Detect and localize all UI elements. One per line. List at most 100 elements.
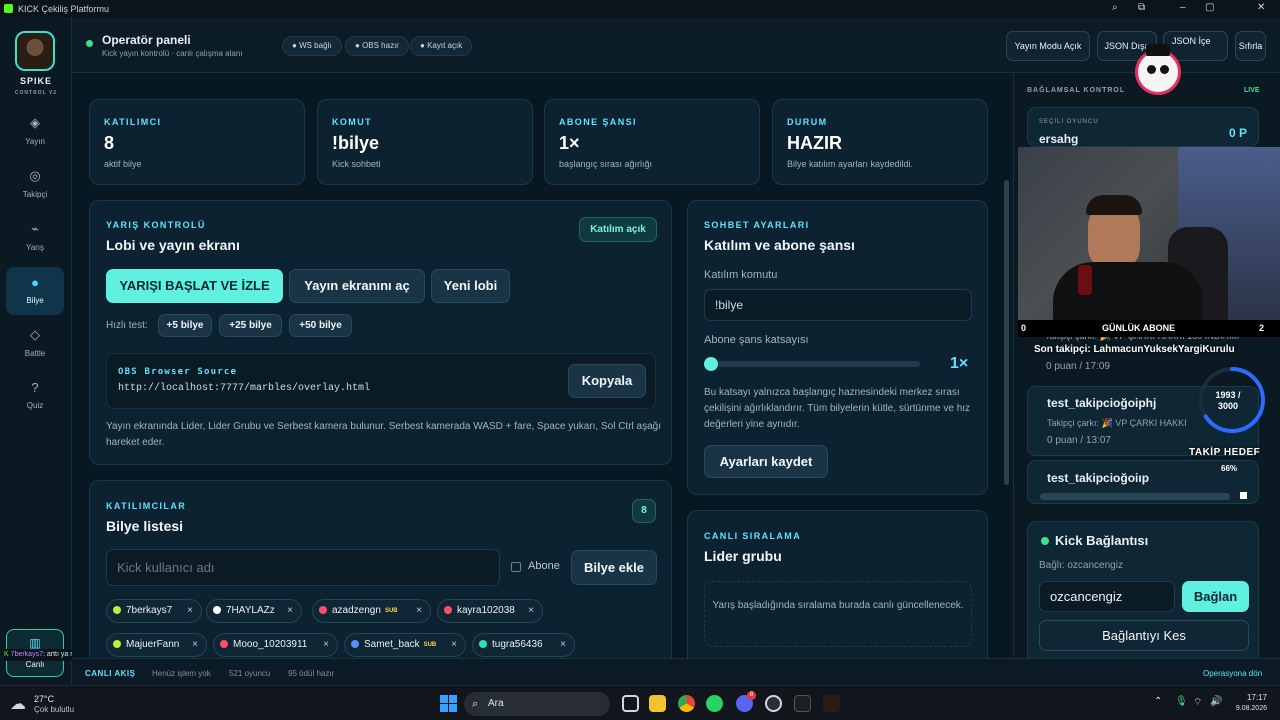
file-explorer-icon[interactable] [649,695,666,712]
obs-url[interactable]: http://localhost:7777/marbles/overlay.ht… [118,383,370,394]
participant-chip[interactable]: Mooo_10203911 × [213,633,338,657]
reset-button[interactable]: Sıfırla [1235,31,1266,61]
close-icon[interactable]: ✕ [1257,2,1265,13]
remove-participant-icon[interactable]: × [323,634,329,656]
remove-participant-icon[interactable]: × [187,600,193,622]
status-bar: CANLI AKIŞ Henüz işlem yok 521 oyuncu 95… [72,658,1280,685]
zoom-icon[interactable]: ⌕ [1112,2,1118,13]
main-scrollbar[interactable] [1004,180,1009,485]
weather-desc: Çok bulutlu [34,705,75,714]
save-settings-button[interactable]: Ayarları kaydet [704,445,828,478]
participant-chip[interactable]: tugra56436 × [472,633,575,657]
tray-chevron-icon[interactable]: ⌃ [1154,696,1162,707]
weather-cloud-icon: ☁ [10,696,26,713]
obs-icon[interactable] [765,695,782,712]
whatsapp-icon[interactable] [706,695,723,712]
stat-label: KOMUT [332,117,372,127]
participant-chip[interactable]: 7berkays7 × [106,599,202,623]
nav-label: Battle [24,349,46,358]
participant-chip[interactable]: MajuerFann × [106,633,207,657]
main-content: KATILIMCI 8 aktif bilye KOMUT !bilye Kic… [72,73,1010,658]
nav-label: Yayın [25,137,45,146]
streamer-hair [1086,195,1142,215]
live-indicator: LIVE [1244,87,1260,94]
card-title: Lider grubu [704,548,782,564]
copy-button[interactable]: Kopyala [568,364,646,398]
nav-item-yaris[interactable]: ⌁ Yarış [6,213,64,261]
participant-chip[interactable]: 7HAYLAZz × [206,599,302,623]
stat-sub: başlangıç sırası ağırlığı [559,159,653,169]
quick-add-25-button[interactable]: +25 bilye [219,314,282,337]
participation-open-badge[interactable]: Katılım açık [579,217,657,242]
nav-label: Yarış [25,243,45,252]
quick-add-50-button[interactable]: +50 bilye [289,314,352,337]
open-stream-screen-button[interactable]: Yayın ekranını aç [289,269,425,303]
stat-card-participants: KATILIMCI 8 aktif bilye [89,99,305,185]
remove-participant-icon[interactable]: × [560,634,566,656]
nav-item-yayin[interactable]: ◈ Yayın [6,107,64,155]
status-item: 95 ödül hazır [288,669,335,678]
participant-name: Mooo_10203911 [233,639,308,650]
subscriber-checkbox-label: Abone [528,560,560,572]
quick-add-5-button[interactable]: +5 bilye [158,314,212,337]
entry-meta: 0 puan / 13:07 [1047,435,1111,446]
microphone [1078,265,1092,295]
marble-color-dot [479,640,487,648]
mic-icon[interactable]: 🎙 [1175,696,1188,707]
kick-channel-input[interactable]: ozcancengiz [1039,581,1175,612]
marble-color-dot [113,640,121,648]
card-kicker: KATILIMCILAR [106,501,187,511]
nav-item-battle[interactable]: ◇ Battle [6,319,64,367]
marble-color-dot [113,606,121,614]
slider-knob[interactable] [704,357,718,371]
terminal-icon[interactable] [794,695,811,712]
avatar[interactable] [15,31,55,71]
remove-participant-icon[interactable]: × [287,600,293,622]
selected-player-card[interactable]: SEÇİLİ OYUNCU ersahg 0 P [1027,107,1259,147]
stat-label: ABONE ŞANSI [559,117,637,127]
wifi-icon[interactable]: ⌔ [1193,696,1202,709]
spike-app-icon[interactable] [823,695,840,712]
participant-chip[interactable]: azadzengn SUB × [312,599,431,623]
stat-sub: Bilye katılım ayarları kaydedildi. [787,159,914,169]
participant-name: 7HAYLAZz [226,605,275,616]
command-input[interactable]: !bilye [704,289,972,321]
remove-participant-icon[interactable]: × [528,600,534,622]
start-race-button[interactable]: YARIŞI BAŞLAT VE İZLE [106,269,283,303]
subscriber-checkbox[interactable] [511,562,521,572]
stream-mode-button[interactable]: Yayın Modu Açık [1006,31,1090,61]
clock-date: 9.08.2026 [1235,705,1267,712]
extensions-icon[interactable]: ⧉ [1138,2,1145,13]
username-input[interactable] [106,549,500,586]
nav-item-takipci[interactable]: ◎ Takipçi [6,160,64,208]
new-lobby-button[interactable]: Yeni lobi [431,269,510,303]
participant-chip[interactable]: kayra102038 × [437,599,543,623]
status-dot [86,40,93,47]
follow-goal-label: TAKİP HEDEF [1189,447,1261,458]
volume-icon[interactable]: 🔊 [1210,696,1222,707]
maximize-icon[interactable]: ▢ [1205,2,1214,13]
toast-user: 7berkays7 [10,651,43,658]
selected-player-name: ersahg [1039,132,1079,146]
windows-start-icon[interactable] [440,695,457,712]
remove-participant-icon[interactable]: × [416,600,422,622]
remove-participant-icon[interactable]: × [192,634,198,656]
marble-color-dot [213,606,221,614]
stat-label: KATILIMCI [104,117,162,127]
participant-chip[interactable]: Samet_back SUB × [344,633,466,657]
add-marble-button[interactable]: Bilye ekle [571,550,657,585]
remove-participant-icon[interactable]: × [451,634,457,656]
nav-item-bilye[interactable]: ● Bilye [6,267,64,315]
connect-button[interactable]: Bağlan [1182,581,1249,612]
stat-card-command: KOMUT !bilye Kick sohbeti [317,99,533,185]
entry-meta-partial: 0 puan / 17:09 [1046,361,1110,372]
back-to-operations-link[interactable]: Operasyona dön [1203,669,1262,678]
daily-sub-bar: 0 GÜNLÜK ABONE 2 [1018,320,1280,337]
minimize-icon[interactable]: – [1180,2,1186,13]
taskbar-search[interactable]: ⌕ Ara [464,692,610,716]
sub-factor-slider[interactable] [704,357,920,371]
disconnect-button[interactable]: Bağlantıyı Kes [1039,620,1249,651]
nav-item-quiz[interactable]: ? Quiz [6,372,64,420]
chrome-icon[interactable] [678,695,695,712]
task-view-icon[interactable] [622,695,639,712]
